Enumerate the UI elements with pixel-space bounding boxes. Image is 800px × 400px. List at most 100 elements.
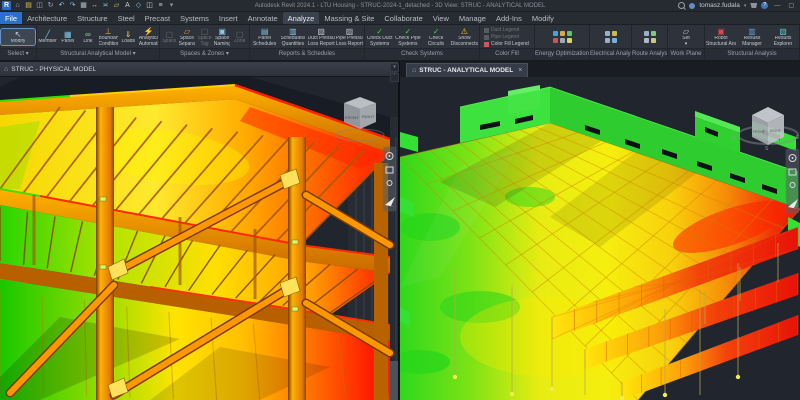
cart-icon[interactable] bbox=[750, 3, 757, 8]
tab-analyze[interactable]: Analyze bbox=[283, 12, 320, 24]
duct-pressure-loss-report-button[interactable]: ▧Duct PressureLoss Report bbox=[308, 26, 335, 48]
tab-annotate[interactable]: Annotate bbox=[243, 12, 283, 24]
help-icon[interactable]: ? bbox=[761, 2, 768, 9]
tab-modify[interactable]: Modify bbox=[527, 12, 559, 24]
tab-massing-site[interactable]: Massing & Site bbox=[319, 12, 379, 24]
physical-model-canvas[interactable]: FRONT RIGHT bbox=[0, 77, 398, 400]
panel-label-structural-analytical-model[interactable]: Structural Analytical Model ▾ bbox=[37, 48, 159, 60]
tool-icon[interactable] bbox=[651, 31, 656, 36]
tool-icon[interactable] bbox=[612, 31, 617, 36]
member-button[interactable]: ╱Member bbox=[38, 29, 57, 46]
tool-icon[interactable] bbox=[560, 38, 565, 43]
scroll-down-button[interactable]: ▾ bbox=[390, 63, 399, 72]
tool-icon[interactable] bbox=[651, 38, 656, 43]
tool-icon[interactable] bbox=[605, 38, 610, 43]
tab-precast[interactable]: Precast bbox=[140, 12, 175, 24]
robot-structural-analysis-button[interactable]: ▣RobotStructural Analysis bbox=[706, 26, 736, 48]
space-naming-button[interactable]: ▣SpaceNaming bbox=[214, 26, 231, 48]
scroll-up-button[interactable]: ˆ bbox=[390, 73, 399, 82]
set-button[interactable]: ▱Set▾ bbox=[669, 26, 703, 48]
tool-icon[interactable] bbox=[553, 31, 558, 36]
tool-icon[interactable] bbox=[612, 38, 617, 43]
qat-dropdown-icon[interactable]: ▾ bbox=[167, 1, 176, 10]
text-icon[interactable]: A bbox=[123, 1, 132, 10]
space-tag-button[interactable]: ▢SpaceTag bbox=[196, 26, 213, 48]
duct-legend-button[interactable]: Duct Legend bbox=[481, 27, 533, 34]
thin-lines-icon[interactable]: ≡ bbox=[156, 1, 165, 10]
pipe-legend-button[interactable]: Pipe Legend bbox=[481, 34, 533, 41]
show-disconnects-button[interactable]: ⚠ShowDisconnects bbox=[451, 26, 478, 48]
restore-button[interactable]: ▢ bbox=[786, 2, 796, 9]
tab-architecture[interactable]: Architecture bbox=[22, 12, 72, 24]
tool-icon[interactable] bbox=[560, 31, 565, 36]
icon-cluster-route-analysis[interactable] bbox=[644, 31, 656, 43]
loads-button[interactable]: ⇓Loads bbox=[119, 29, 138, 46]
tool-icon[interactable] bbox=[644, 31, 649, 36]
check-pipe-systems-button[interactable]: ✓Check PipeSystems bbox=[394, 26, 421, 48]
save-icon[interactable]: ◫ bbox=[35, 1, 44, 10]
panel-label-spaces-zones[interactable]: Spaces & Zones ▾ bbox=[160, 48, 249, 60]
navigation-bar[interactable] bbox=[786, 149, 799, 213]
tab-add-ins[interactable]: Add-Ins bbox=[491, 12, 527, 24]
tab-view[interactable]: View bbox=[428, 12, 454, 24]
sync-icon[interactable]: ↻ bbox=[46, 1, 55, 10]
measure-icon[interactable]: ↔ bbox=[90, 1, 99, 10]
close-icon[interactable]: × bbox=[518, 67, 522, 74]
viewcube-right-face[interactable]: RIGHT bbox=[770, 129, 782, 133]
color-fill-legend-button[interactable]: Color Fill Legend bbox=[481, 41, 533, 48]
viewcube-front-face[interactable]: FRONT bbox=[345, 115, 359, 120]
tab-manage[interactable]: Manage bbox=[454, 12, 491, 24]
results-explorer-button[interactable]: ▧ResultsExplorer bbox=[768, 26, 798, 48]
analytical-automation-button[interactable]: ⚡AnalyticalAutomation bbox=[139, 26, 158, 48]
tool-icon[interactable] bbox=[605, 31, 610, 36]
panel-label-select[interactable]: Select ▾ bbox=[0, 48, 36, 60]
icon-cluster-energy-optimization[interactable] bbox=[553, 31, 572, 43]
tab-insert[interactable]: Insert bbox=[214, 12, 243, 24]
user-name[interactable]: tomasz.fudala bbox=[699, 2, 739, 9]
print-icon[interactable]: ▦ bbox=[79, 1, 88, 10]
minimize-button[interactable]: — bbox=[772, 3, 782, 9]
panel-button[interactable]: ▦Panel bbox=[58, 29, 77, 46]
analytical-model-canvas[interactable]: FRONT RIGHT W S E bbox=[400, 77, 800, 400]
tool-icon[interactable] bbox=[567, 31, 572, 36]
viewcube-front-face[interactable]: FRONT bbox=[753, 130, 766, 134]
analytical-model-3d-view[interactable]: FRONT RIGHT W S E bbox=[400, 77, 800, 400]
default-3d-view-icon[interactable]: ◇ bbox=[134, 1, 143, 10]
boundary-conditions-button[interactable]: ⊥BoundaryConditions bbox=[99, 26, 118, 48]
compass-west[interactable]: W bbox=[731, 135, 736, 141]
tab-collaborate[interactable]: Collaborate bbox=[379, 12, 427, 24]
navigation-bar[interactable] bbox=[383, 147, 396, 211]
tab-steel[interactable]: Steel bbox=[113, 12, 140, 24]
icon-cluster-electrical-analysis[interactable] bbox=[605, 31, 617, 43]
revit-logo[interactable]: R bbox=[2, 1, 11, 10]
chevron-down-icon[interactable]: ▾ bbox=[744, 3, 747, 9]
tag-icon[interactable]: ▱ bbox=[112, 1, 121, 10]
zone-button[interactable]: ▢Zone bbox=[231, 29, 248, 46]
search-icon[interactable] bbox=[678, 2, 685, 9]
aligned-dimension-icon[interactable]: ≍ bbox=[101, 1, 110, 10]
physical-model-titlebar[interactable]: ⌂ STRUC - PHYSICAL MODEL bbox=[0, 62, 398, 77]
check-circuits-button[interactable]: ✓CheckCircuits bbox=[423, 26, 450, 48]
section-icon[interactable]: ◫ bbox=[145, 1, 154, 10]
check-duct-systems-button[interactable]: ✓Check DuctSystems bbox=[366, 26, 393, 48]
open-folder-icon[interactable]: ▤ bbox=[24, 1, 33, 10]
tab-structure[interactable]: Structure bbox=[72, 12, 112, 24]
home-icon[interactable]: ⌂ bbox=[13, 1, 22, 10]
panel-label-route-analysis[interactable]: Route Analysis ▾ bbox=[632, 48, 667, 60]
tool-icon[interactable] bbox=[567, 38, 572, 43]
undo-icon[interactable]: ↶ bbox=[57, 1, 66, 10]
space-button[interactable]: ▢Space bbox=[161, 29, 178, 46]
results-manager-button[interactable]: ▥ResultsManager bbox=[737, 26, 767, 48]
link-button[interactable]: ∞Link bbox=[78, 29, 97, 46]
space-separator-button[interactable]: ▱SpaceSeparator bbox=[179, 26, 196, 48]
tool-icon[interactable] bbox=[553, 38, 558, 43]
tab-systems[interactable]: Systems bbox=[175, 12, 214, 24]
panel-schedules-button[interactable]: ▤PanelSchedules bbox=[251, 26, 278, 48]
physical-model-3d-view[interactable]: FRONT RIGHT bbox=[0, 77, 398, 400]
tab-analytical-model[interactable]: ⌂ STRUC - ANALYTICAL MODEL × bbox=[406, 63, 528, 77]
modify-button[interactable]: ↖Modify bbox=[1, 29, 35, 46]
tab-file[interactable]: File bbox=[0, 12, 22, 24]
redo-icon[interactable]: ↷ bbox=[68, 1, 77, 10]
viewcube-right-face[interactable]: RIGHT bbox=[362, 114, 375, 119]
schedules-quantities-button[interactable]: ▥Schedules/Quantities bbox=[279, 26, 306, 48]
